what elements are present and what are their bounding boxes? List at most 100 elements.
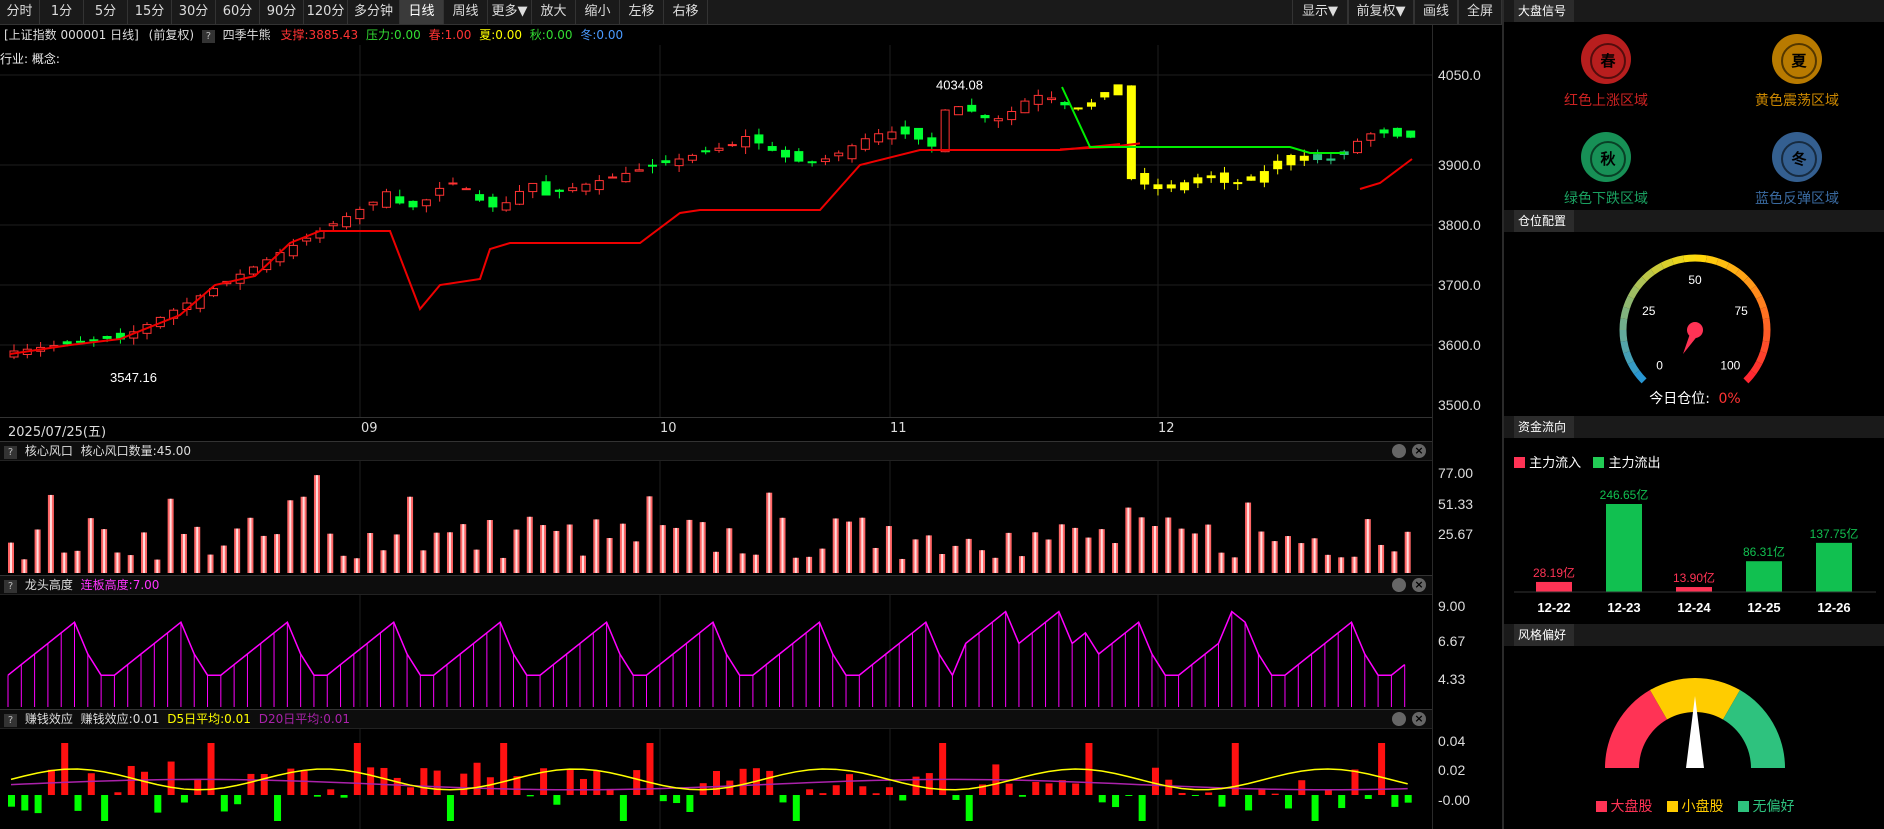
gauge-arc-seg-17 [1716,258,1730,269]
position-readout: 今日仓位: 0% [1504,388,1884,408]
toolbar-btn-12[interactable]: 放大 [532,0,576,24]
core-bar-hl-88 [1180,528,1183,573]
profit-bar-20 [274,795,282,821]
toolbar-btn-0[interactable]: 分时 [0,0,40,24]
profit-bar-24 [327,789,335,795]
toolbar-right-btn-3[interactable]: 全屏 [1458,0,1502,24]
season-icon-1: 夏 [1781,43,1817,79]
core-bar-hl-50 [675,527,678,573]
core-bar-hl-96 [1286,536,1289,573]
dragon-tick-2: 4.33 [1438,671,1466,687]
profit-bar-71 [952,795,960,800]
help-icon[interactable]: ? [4,580,17,593]
core-bar-hl-6 [89,518,92,573]
toolbar-btn-2[interactable]: 5分 [84,0,128,24]
candle-body-81 [1086,102,1096,107]
candle-body-52 [701,150,711,153]
close-icon[interactable]: × [1412,578,1426,592]
seal-3[interactable]: 冬 [1772,132,1822,182]
core-bar-hl-59 [794,557,797,573]
help-icon[interactable]: ? [4,714,17,727]
candle-body-68 [914,127,924,140]
close-icon[interactable]: × [1412,712,1426,726]
toolbar-btn-1[interactable]: 1分 [40,0,84,24]
candle-body-47 [634,169,644,172]
candlestick-chart[interactable]: 4034.08 3547.16 [0,45,1432,417]
profit-bar-55 [739,768,747,795]
toolbar-btn-7[interactable]: 120分 [304,0,348,24]
profit-bar-57 [766,770,774,795]
gauge-tick-3: 75 [1735,304,1749,318]
core-bar-hl-14 [196,526,199,573]
profit-bar-6 [87,773,95,795]
toolbar-btn-9[interactable]: 日线 [400,0,444,24]
core-bar-hl-10 [143,532,146,573]
toolbar-btn-11[interactable]: 更多▼ [488,0,532,24]
candle-body-54 [727,144,737,147]
panel-profit-name: 赚钱效应 [24,712,73,726]
price-tick-2: 3800.0 [1438,217,1481,233]
profit-bar-7 [101,795,109,821]
candle-body-82 [1100,92,1110,98]
core-bar-hl-71 [954,545,957,573]
core-bar-hl-41 [555,530,558,573]
core-bar-hl-83 [1114,543,1117,573]
toolbar-right-btn-0[interactable]: 显示▼ [1292,0,1348,24]
candle-body-94 [1259,171,1269,183]
candle-body-67 [900,126,910,135]
core-bar-hl-58 [781,517,784,573]
profit-bar-98 [1311,795,1319,821]
style-legend-0: 大盘股 [1610,799,1653,815]
help-icon[interactable]: ? [4,446,17,459]
core-bar-hl-40 [542,525,545,573]
profit-bar-1 [21,795,29,811]
panel-core-header: ? 核心风口 核心风口数量:45.00 × [0,441,1432,461]
candle-body-98 [1313,154,1323,161]
gauge-tick-4: 100 [1720,358,1740,372]
flow-category-2: 12-24 [1677,600,1711,615]
candle-body-102 [1366,133,1376,141]
toolbar-btn-13[interactable]: 缩小 [576,0,620,24]
toolbar-right-btn-1[interactable]: 前复权▼ [1348,0,1414,24]
candle-body-66 [887,131,897,140]
gear-icon[interactable] [1392,712,1406,726]
toolbar-btn-3[interactable]: 15分 [128,0,172,24]
toolbar-btn-15[interactable]: 右移 [664,0,708,24]
close-icon[interactable]: × [1412,444,1426,458]
core-bar-hl-27 [369,533,372,573]
core-bar-hl-11 [156,559,159,573]
gauge-arc-seg-0 [1633,370,1647,384]
candle-body-50 [674,158,684,167]
gear-icon[interactable] [1392,444,1406,458]
core-bar-hl-29 [395,534,398,573]
toolbar-btn-8[interactable]: 多分钟 [348,0,400,24]
seal-0[interactable]: 春 [1581,34,1631,84]
seal-2[interactable]: 秋 [1581,132,1631,182]
position-value: 0% [1718,391,1741,407]
flow-bar-label-0: 28.19亿 [1533,565,1575,580]
candle-body-39 [528,182,538,193]
core-tick-0: 77.00 [1438,465,1474,481]
toolbar-btn-5[interactable]: 60分 [216,0,260,24]
help-icon[interactable]: ? [201,30,215,43]
profit-bar-12 [167,761,175,795]
core-bar-hl-42 [568,524,571,573]
gear-icon[interactable] [1392,578,1406,592]
candle-body-105 [1406,130,1416,138]
support-line [9,143,1121,355]
gauge-arc-seg-13 [1671,255,1685,265]
toolbar-btn-14[interactable]: 左移 [620,0,664,24]
core-bar-hl-7 [103,529,106,573]
toolbar-btn-4[interactable]: 30分 [172,0,216,24]
toolbar-btn-6[interactable]: 90分 [260,0,304,24]
candle-body-92 [1233,182,1243,185]
toolbar-right-btn-2[interactable]: 画线 [1414,0,1458,24]
profit-bar-29 [393,777,401,795]
toolbar-btn-10[interactable]: 周线 [444,0,488,24]
profit-bar-58 [779,795,787,803]
profit-bar-51 [686,795,694,812]
core-bar-hl-43 [581,555,584,573]
candle-body-5 [76,340,86,343]
seal-1[interactable]: 夏 [1772,34,1822,84]
flow-bar-1 [1606,504,1642,592]
